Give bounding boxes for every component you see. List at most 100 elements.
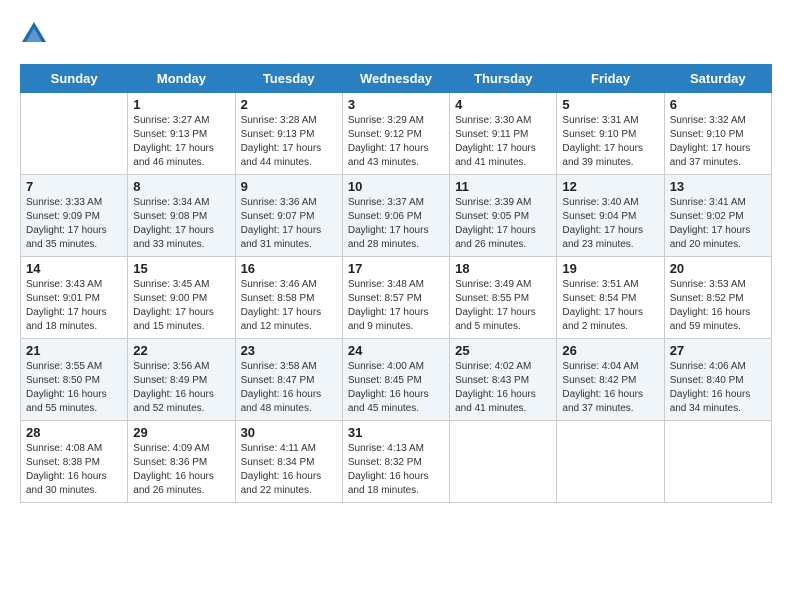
day-number: 21 bbox=[26, 343, 122, 358]
day-number: 17 bbox=[348, 261, 444, 276]
calendar-week-row: 21 Sunrise: 3:55 AM Sunset: 8:50 PM Dayli… bbox=[21, 339, 772, 421]
day-info: Sunrise: 3:36 AM Sunset: 9:07 PM Dayligh… bbox=[241, 196, 337, 252]
day-number: 30 bbox=[241, 425, 337, 440]
day-info: Sunrise: 3:55 AM Sunset: 8:50 PM Dayligh… bbox=[26, 360, 122, 416]
day-number: 4 bbox=[455, 97, 551, 112]
day-info: Sunrise: 3:48 AM Sunset: 8:57 PM Dayligh… bbox=[348, 278, 444, 334]
calendar-cell: 19 Sunrise: 3:51 AM Sunset: 8:54 PM Dayli… bbox=[557, 257, 664, 339]
day-number: 24 bbox=[348, 343, 444, 358]
day-info: Sunrise: 4:06 AM Sunset: 8:40 PM Dayligh… bbox=[670, 360, 766, 416]
day-number: 20 bbox=[670, 261, 766, 276]
day-info: Sunrise: 3:32 AM Sunset: 9:10 PM Dayligh… bbox=[670, 114, 766, 170]
day-info: Sunrise: 3:51 AM Sunset: 8:54 PM Dayligh… bbox=[562, 278, 658, 334]
day-number: 8 bbox=[133, 179, 229, 194]
logo-icon bbox=[20, 20, 48, 48]
day-info: Sunrise: 3:56 AM Sunset: 8:49 PM Dayligh… bbox=[133, 360, 229, 416]
calendar-cell: 9Sunrise: 3:36 AM Sunset: 9:07 PM Daylig… bbox=[235, 175, 342, 257]
calendar-cell: 28 Sunrise: 4:08 AM Sunset: 8:38 PM Dayli… bbox=[21, 421, 128, 503]
day-number: 29 bbox=[133, 425, 229, 440]
calendar-table: SundayMondayTuesdayWednesdayThursdayFrid… bbox=[20, 64, 772, 503]
day-number: 18 bbox=[455, 261, 551, 276]
day-number: 28 bbox=[26, 425, 122, 440]
calendar-cell: 11 Sunrise: 3:39 AM Sunset: 9:05 PM Dayli… bbox=[450, 175, 557, 257]
calendar-cell: 15Sunrise: 3:45 AM Sunset: 9:00 PM Dayli… bbox=[128, 257, 235, 339]
day-number: 2 bbox=[241, 97, 337, 112]
weekday-header: Monday bbox=[128, 65, 235, 93]
calendar-cell: 16 Sunrise: 3:46 AM Sunset: 8:58 PM Dayli… bbox=[235, 257, 342, 339]
day-info: Sunrise: 3:31 AM Sunset: 9:10 PM Dayligh… bbox=[562, 114, 658, 170]
day-number: 3 bbox=[348, 97, 444, 112]
day-info: Sunrise: 3:53 AM Sunset: 8:52 PM Dayligh… bbox=[670, 278, 766, 334]
day-number: 12 bbox=[562, 179, 658, 194]
calendar-cell: 31 Sunrise: 4:13 AM Sunset: 8:32 PM Dayli… bbox=[342, 421, 449, 503]
day-info: Sunrise: 4:04 AM Sunset: 8:42 PM Dayligh… bbox=[562, 360, 658, 416]
calendar-cell bbox=[450, 421, 557, 503]
calendar-cell: 26 Sunrise: 4:04 AM Sunset: 8:42 PM Dayli… bbox=[557, 339, 664, 421]
header bbox=[20, 20, 772, 48]
day-info: Sunrise: 3:33 AM Sunset: 9:09 PM Dayligh… bbox=[26, 196, 122, 252]
weekday-header: Tuesday bbox=[235, 65, 342, 93]
weekday-header: Friday bbox=[557, 65, 664, 93]
day-info: Sunrise: 4:00 AM Sunset: 8:45 PM Dayligh… bbox=[348, 360, 444, 416]
day-info: Sunrise: 3:43 AM Sunset: 9:01 PM Dayligh… bbox=[26, 278, 122, 334]
calendar-cell: 18Sunrise: 3:49 AM Sunset: 8:55 PM Dayli… bbox=[450, 257, 557, 339]
day-number: 15 bbox=[133, 261, 229, 276]
day-number: 7 bbox=[26, 179, 122, 194]
day-number: 31 bbox=[348, 425, 444, 440]
day-number: 11 bbox=[455, 179, 551, 194]
day-number: 16 bbox=[241, 261, 337, 276]
weekday-header: Saturday bbox=[664, 65, 771, 93]
weekday-header: Thursday bbox=[450, 65, 557, 93]
day-info: Sunrise: 4:13 AM Sunset: 8:32 PM Dayligh… bbox=[348, 442, 444, 498]
calendar-cell: 10Sunrise: 3:37 AM Sunset: 9:06 PM Dayli… bbox=[342, 175, 449, 257]
calendar-week-row: 14 Sunrise: 3:43 AM Sunset: 9:01 PM Dayli… bbox=[21, 257, 772, 339]
calendar-cell: 17 Sunrise: 3:48 AM Sunset: 8:57 PM Dayli… bbox=[342, 257, 449, 339]
day-number: 19 bbox=[562, 261, 658, 276]
calendar-week-row: 28 Sunrise: 4:08 AM Sunset: 8:38 PM Dayli… bbox=[21, 421, 772, 503]
day-info: Sunrise: 3:41 AM Sunset: 9:02 PM Dayligh… bbox=[670, 196, 766, 252]
calendar-cell: 23Sunrise: 3:58 AM Sunset: 8:47 PM Dayli… bbox=[235, 339, 342, 421]
day-number: 14 bbox=[26, 261, 122, 276]
calendar-cell: 29 Sunrise: 4:09 AM Sunset: 8:36 PM Dayli… bbox=[128, 421, 235, 503]
calendar-cell: 21 Sunrise: 3:55 AM Sunset: 8:50 PM Dayli… bbox=[21, 339, 128, 421]
calendar-cell bbox=[664, 421, 771, 503]
calendar-cell: 1Sunrise: 3:27 AM Sunset: 9:13 PM Daylig… bbox=[128, 93, 235, 175]
day-number: 27 bbox=[670, 343, 766, 358]
day-info: Sunrise: 3:40 AM Sunset: 9:04 PM Dayligh… bbox=[562, 196, 658, 252]
calendar-cell: 27 Sunrise: 4:06 AM Sunset: 8:40 PM Dayli… bbox=[664, 339, 771, 421]
day-number: 23 bbox=[241, 343, 337, 358]
calendar-cell: 13 Sunrise: 3:41 AM Sunset: 9:02 PM Dayli… bbox=[664, 175, 771, 257]
calendar-cell: 4 Sunrise: 3:30 AM Sunset: 9:11 PM Daylig… bbox=[450, 93, 557, 175]
day-info: Sunrise: 3:30 AM Sunset: 9:11 PM Dayligh… bbox=[455, 114, 551, 170]
day-number: 5 bbox=[562, 97, 658, 112]
calendar-cell: 24 Sunrise: 4:00 AM Sunset: 8:45 PM Dayli… bbox=[342, 339, 449, 421]
day-info: Sunrise: 4:08 AM Sunset: 8:38 PM Dayligh… bbox=[26, 442, 122, 498]
day-number: 1 bbox=[133, 97, 229, 112]
calendar-cell: 12 Sunrise: 3:40 AM Sunset: 9:04 PM Dayli… bbox=[557, 175, 664, 257]
calendar-header-row: SundayMondayTuesdayWednesdayThursdayFrid… bbox=[21, 65, 772, 93]
day-info: Sunrise: 3:34 AM Sunset: 9:08 PM Dayligh… bbox=[133, 196, 229, 252]
calendar-cell: 14 Sunrise: 3:43 AM Sunset: 9:01 PM Dayli… bbox=[21, 257, 128, 339]
calendar-cell: 7 Sunrise: 3:33 AM Sunset: 9:09 PM Daylig… bbox=[21, 175, 128, 257]
day-number: 13 bbox=[670, 179, 766, 194]
day-number: 25 bbox=[455, 343, 551, 358]
day-info: Sunrise: 3:29 AM Sunset: 9:12 PM Dayligh… bbox=[348, 114, 444, 170]
calendar-week-row: 1Sunrise: 3:27 AM Sunset: 9:13 PM Daylig… bbox=[21, 93, 772, 175]
day-info: Sunrise: 4:09 AM Sunset: 8:36 PM Dayligh… bbox=[133, 442, 229, 498]
day-info: Sunrise: 3:28 AM Sunset: 9:13 PM Dayligh… bbox=[241, 114, 337, 170]
day-number: 26 bbox=[562, 343, 658, 358]
calendar-cell: 20 Sunrise: 3:53 AM Sunset: 8:52 PM Dayli… bbox=[664, 257, 771, 339]
calendar-cell: 30Sunrise: 4:11 AM Sunset: 8:34 PM Dayli… bbox=[235, 421, 342, 503]
day-number: 6 bbox=[670, 97, 766, 112]
calendar-cell bbox=[21, 93, 128, 175]
day-info: Sunrise: 3:46 AM Sunset: 8:58 PM Dayligh… bbox=[241, 278, 337, 334]
day-info: Sunrise: 4:02 AM Sunset: 8:43 PM Dayligh… bbox=[455, 360, 551, 416]
calendar-cell: 8 Sunrise: 3:34 AM Sunset: 9:08 PM Daylig… bbox=[128, 175, 235, 257]
calendar-week-row: 7 Sunrise: 3:33 AM Sunset: 9:09 PM Daylig… bbox=[21, 175, 772, 257]
weekday-header: Wednesday bbox=[342, 65, 449, 93]
calendar-cell: 25 Sunrise: 4:02 AM Sunset: 8:43 PM Dayli… bbox=[450, 339, 557, 421]
day-info: Sunrise: 3:39 AM Sunset: 9:05 PM Dayligh… bbox=[455, 196, 551, 252]
day-info: Sunrise: 3:37 AM Sunset: 9:06 PM Dayligh… bbox=[348, 196, 444, 252]
calendar-cell bbox=[557, 421, 664, 503]
calendar-cell: 3 Sunrise: 3:29 AM Sunset: 9:12 PM Daylig… bbox=[342, 93, 449, 175]
